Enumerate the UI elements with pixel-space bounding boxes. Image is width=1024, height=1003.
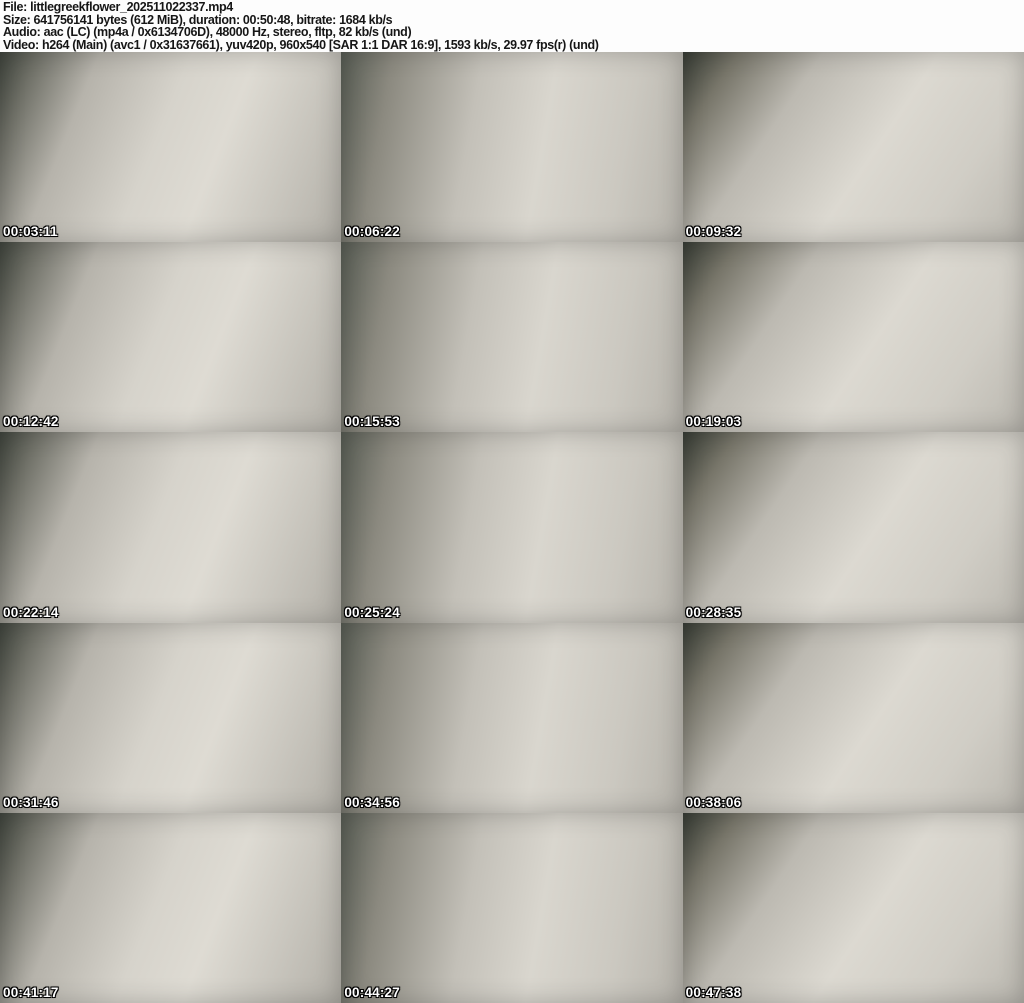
timestamp-overlay: 00:06:22 <box>344 224 400 240</box>
metadata-header: File: littlegreekflower_202511022337.mp4… <box>0 0 1024 52</box>
file-name-line: File: littlegreekflower_202511022337.mp4 <box>3 0 233 14</box>
timestamp-overlay: 00:15:53 <box>344 414 400 430</box>
thumbnail-frame: 00:44:27 <box>341 812 683 1003</box>
thumbnail-frame: 00:34:56 <box>341 622 683 813</box>
thumbnail-frame: 00:12:42 <box>0 242 342 433</box>
timestamp-overlay: 00:44:27 <box>344 984 400 1000</box>
thumbnail-frame: 00:47:38 <box>682 812 1024 1003</box>
timestamp-overlay: 00:34:56 <box>344 794 400 810</box>
thumbnail-frame: 00:38:06 <box>682 622 1024 813</box>
timestamp-overlay: 00:47:38 <box>685 984 742 1000</box>
thumbnail-frame: 00:25:24 <box>341 432 683 623</box>
thumbnail-frame: 00:06:22 <box>341 52 683 243</box>
timestamp-overlay: 00:19:03 <box>685 414 742 430</box>
thumbnail-frame: 00:15:53 <box>341 242 683 433</box>
thumbnail-frame: 00:31:46 <box>0 622 342 813</box>
timestamp-overlay: 00:25:24 <box>344 604 400 620</box>
timestamp-overlay: 00:31:46 <box>3 794 59 810</box>
timestamp-overlay: 00:41:17 <box>3 984 59 1000</box>
video-info-line: Video: h264 (Main) (avc1 / 0x31637661), … <box>3 38 599 52</box>
video-contact-sheet: File: littlegreekflower_202511022337.mp4… <box>0 0 1024 1003</box>
timestamp-overlay: 00:38:06 <box>685 794 742 810</box>
timestamp-overlay: 00:22:14 <box>3 604 59 620</box>
timestamp-overlay: 00:28:35 <box>685 604 742 620</box>
thumbnail-grid: 00:03:11 00:06:22 00:09:32 00:12:42 00:1… <box>0 52 1024 1003</box>
thumbnail-frame: 00:22:14 <box>0 432 342 623</box>
timestamp-overlay: 00:09:32 <box>685 224 742 240</box>
thumbnail-frame: 00:03:11 <box>0 52 342 243</box>
timestamp-overlay: 00:03:11 <box>3 224 58 240</box>
thumbnail-frame: 00:19:03 <box>682 242 1024 433</box>
thumbnail-frame: 00:09:32 <box>682 52 1024 243</box>
thumbnail-frame: 00:28:35 <box>682 432 1024 623</box>
timestamp-overlay: 00:12:42 <box>3 414 59 430</box>
thumbnail-frame: 00:41:17 <box>0 812 342 1003</box>
